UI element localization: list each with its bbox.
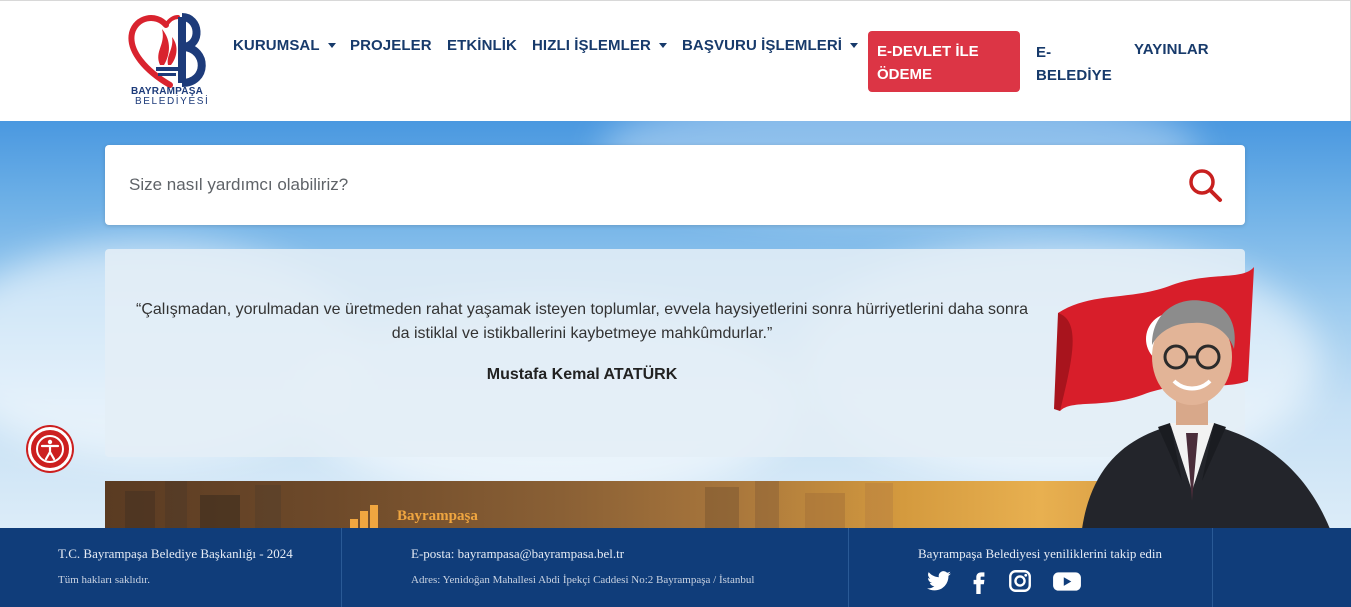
footer-address: Adres: Yenidoğan Mahallesi Abdi İpekçi C… bbox=[411, 574, 755, 586]
twitter-icon[interactable] bbox=[926, 568, 952, 594]
footer-divider bbox=[848, 528, 849, 607]
chevron-down-icon bbox=[850, 42, 859, 48]
site-header: BAYRAMPAŞA BELEDİYESİ KURUMSAL PROJELER … bbox=[0, 0, 1351, 121]
footer-divider bbox=[1212, 528, 1213, 607]
instagram-icon[interactable] bbox=[1007, 568, 1033, 594]
site-footer: T.C. Bayrampaşa Belediye Başkanlığı - 20… bbox=[0, 528, 1351, 607]
nav-e-belediye-line-1: E- bbox=[1036, 44, 1052, 61]
footer-copyright: T.C. Bayrampaşa Belediye Başkanlığı - 20… bbox=[58, 546, 293, 561]
footer-divider bbox=[341, 528, 342, 607]
logo-text: BAYRAMPAŞA BELEDİYESİ bbox=[131, 87, 209, 107]
nav-etkinlik[interactable]: ETKİNLİK bbox=[447, 37, 517, 54]
edevlet-payment-button[interactable]: E-DEVLET İLE ÖDEME bbox=[868, 31, 1020, 92]
nav-e-belediye-line-2: BELEDİYE bbox=[1036, 67, 1112, 84]
logo-line-2: BELEDİYESİ bbox=[135, 96, 210, 107]
search-bar bbox=[105, 145, 1245, 225]
nav-hizli-islemler-label: HIZLI İŞLEMLER bbox=[532, 37, 651, 54]
nav-yayinlar[interactable]: YAYINLAR bbox=[1134, 41, 1209, 58]
nav-e-belediye[interactable]: E- BELEDİYE bbox=[1036, 41, 1112, 87]
chevron-down-icon bbox=[658, 42, 667, 48]
nav-kurumsal[interactable]: KURUMSAL bbox=[233, 37, 336, 54]
quote-author: Mustafa Kemal ATATÜRK bbox=[486, 366, 678, 383]
banner-title: Bayrampaşa bbox=[397, 508, 478, 524]
nav-hizli-islemler[interactable]: HIZLI İŞLEMLER bbox=[532, 37, 667, 54]
facebook-icon[interactable] bbox=[966, 568, 992, 594]
nav-projeler[interactable]: PROJELER bbox=[350, 37, 432, 54]
mayor-portrait bbox=[1054, 267, 1330, 528]
hero-section: “Çalışmadan, yorulmadan ve üretmeden rah… bbox=[0, 121, 1351, 528]
footer-follow-text: Bayrampaşa Belediyesi yeniliklerini taki… bbox=[918, 546, 1163, 561]
search-icon[interactable] bbox=[1185, 165, 1225, 205]
nav-basvuru-islemleri[interactable]: BAŞVURU İŞLEMLERİ bbox=[682, 37, 859, 54]
chevron-down-icon bbox=[327, 42, 336, 48]
youtube-icon[interactable] bbox=[1052, 568, 1082, 594]
accessibility-icon bbox=[36, 435, 64, 463]
nav-basvuru-islemleri-label: BAŞVURU İŞLEMLERİ bbox=[682, 37, 843, 54]
quote-text: “Çalışmadan, yorulmadan ve üretmeden rah… bbox=[136, 301, 1028, 342]
nav-kurumsal-label: KURUMSAL bbox=[233, 37, 320, 54]
footer-email[interactable]: E-posta: bayrampasa@bayrampasa.bel.tr bbox=[411, 546, 624, 562]
footer-rights: Tüm hakları saklıdır. bbox=[58, 574, 150, 586]
search-input[interactable] bbox=[129, 169, 1169, 201]
accessibility-button[interactable] bbox=[28, 427, 72, 471]
